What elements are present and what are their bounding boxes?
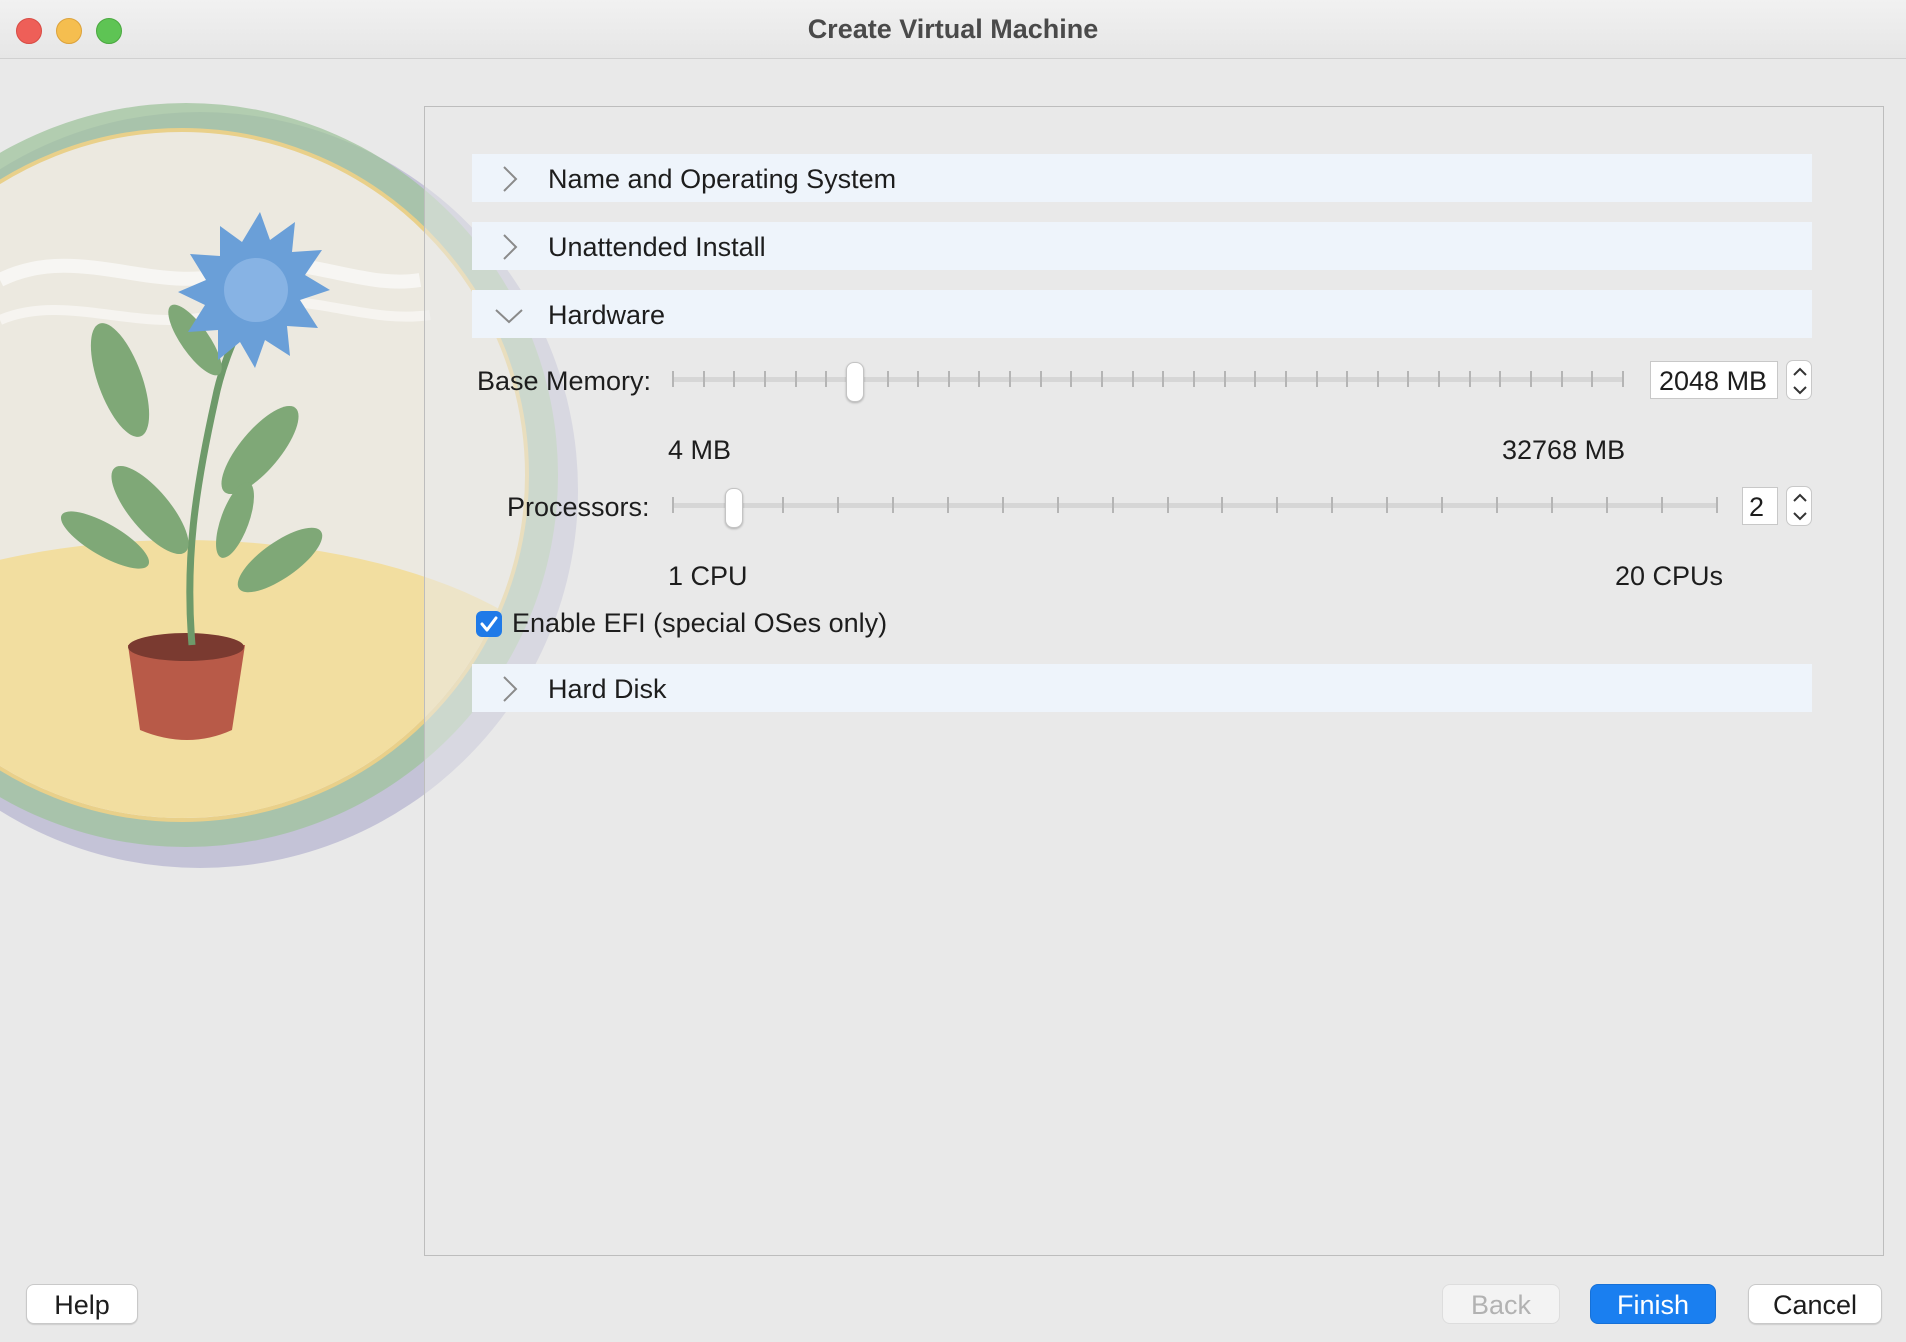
chevron-right-icon	[503, 166, 518, 192]
stepper-arrows-icon	[1793, 367, 1807, 395]
processors-max-label: 20 CPUs	[1615, 561, 1724, 591]
stepper-arrows-icon	[1793, 493, 1807, 521]
title-bar: Create Virtual Machine	[0, 0, 1906, 59]
slider-ticks	[672, 371, 1624, 387]
chevron-right-icon	[503, 234, 518, 260]
slider-thumb[interactable]	[725, 488, 744, 528]
section-label: Hard Disk	[548, 674, 667, 704]
section-label: Name and Operating System	[548, 164, 897, 194]
cancel-button[interactable]: Cancel	[1748, 1284, 1882, 1324]
window-title: Create Virtual Machine	[807, 14, 1099, 44]
memory-min-label: 4 MB	[668, 435, 732, 465]
processors-slider[interactable]	[672, 486, 1718, 528]
section-hard-disk[interactable]: Hard Disk	[472, 664, 1812, 712]
base-memory-slider[interactable]	[672, 360, 1624, 402]
checkmark-icon	[480, 616, 498, 632]
section-name-and-os[interactable]: Name and Operating System	[472, 154, 1812, 202]
chevron-down-icon	[495, 309, 523, 324]
processors-field[interactable]: 2	[1742, 487, 1778, 525]
chevron-right-icon	[503, 676, 518, 702]
finish-button[interactable]: Finish	[1590, 1284, 1716, 1324]
section-hardware[interactable]: Hardware	[472, 290, 1812, 338]
processors-stepper[interactable]	[1786, 486, 1812, 526]
slider-thumb[interactable]	[845, 362, 864, 402]
memory-max-label: 32768 MB	[1502, 435, 1626, 465]
section-unattended-install[interactable]: Unattended Install	[472, 222, 1812, 270]
processors-label: Processors:	[507, 492, 650, 522]
base-memory-field[interactable]: 2048 MB	[1650, 361, 1778, 399]
enable-efi-label[interactable]: Enable EFI (special OSes only)	[512, 608, 887, 639]
slider-ticks	[672, 497, 1718, 513]
base-memory-stepper[interactable]	[1786, 360, 1812, 400]
back-button[interactable]: Back	[1442, 1284, 1560, 1324]
help-button[interactable]: Help	[26, 1284, 138, 1324]
processors-min-label: 1 CPU	[668, 561, 748, 591]
enable-efi-checkbox[interactable]	[476, 611, 502, 637]
section-label: Unattended Install	[548, 232, 766, 262]
base-memory-label: Base Memory:	[477, 366, 652, 396]
section-label: Hardware	[548, 300, 666, 330]
